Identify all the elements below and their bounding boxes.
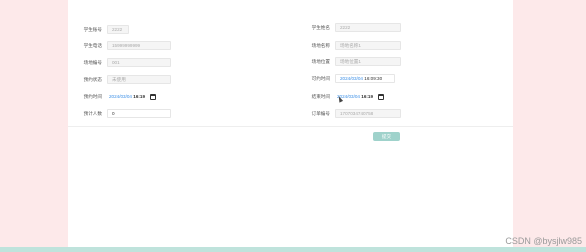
- row-order-no: 订单编号 1707034740758: [304, 108, 401, 119]
- start-time-field[interactable]: 2024/03/04 16:19: [107, 92, 171, 101]
- row-student-name: 学生姓名 2222: [304, 22, 401, 33]
- venue-name-field[interactable]: 场地名称1: [335, 41, 401, 50]
- row-people-count: 预计人数 0: [76, 108, 171, 119]
- row-bookable-time: 可约时间 2024/03/04 16:09:30: [304, 73, 395, 84]
- row-venue-name: 场地名称 场地名称1: [304, 40, 401, 51]
- row-venue-location: 场地位置 场地位置1: [304, 56, 401, 67]
- people-count-field[interactable]: 0: [107, 109, 171, 118]
- end-time-label: 结束时间: [311, 93, 330, 99]
- calendar-icon[interactable]: [378, 93, 385, 100]
- people-count-label: 预计人数: [83, 110, 102, 116]
- venue-code-field[interactable]: 001: [107, 58, 171, 67]
- student-phone-label: 学生电话: [83, 42, 102, 48]
- student-name-label: 学生姓名: [311, 24, 330, 30]
- form-panel: 学生账号 2222 学生电话 15999999999 场地编号 001 预约状态…: [68, 0, 513, 252]
- row-start-time: 预约时间 2024/03/04 16:19: [76, 91, 171, 102]
- bookable-date-value: 2024/03/04: [340, 76, 363, 81]
- row-student-phone: 学生电话 15999999999: [76, 40, 171, 51]
- row-venue-code: 场地编号 001: [76, 57, 171, 68]
- student-no-field[interactable]: 2222: [107, 25, 129, 34]
- watermark: CSDN @bysjlw985: [505, 236, 582, 246]
- venue-name-label: 场地名称: [311, 42, 330, 48]
- row-student-no: 学生账号 2222: [76, 24, 129, 35]
- start-date-value: 2024/03/04: [109, 94, 132, 99]
- venue-location-field[interactable]: 场地位置1: [335, 57, 401, 66]
- reserve-status-field[interactable]: 未使用: [107, 75, 171, 84]
- start-time-value: 16:19: [133, 94, 146, 99]
- row-end-time: 结束时间 2024/03/04 16:19: [304, 91, 401, 102]
- student-phone-field[interactable]: 15999999999: [107, 41, 171, 50]
- form-divider: [68, 126, 513, 127]
- calendar-icon[interactable]: [150, 93, 157, 100]
- start-time-label: 预约时间: [83, 93, 102, 99]
- end-time-value: 16:19: [361, 94, 374, 99]
- submit-button[interactable]: 提交: [373, 132, 400, 141]
- venue-code-label: 场地编号: [83, 59, 102, 65]
- end-time-field[interactable]: 2024/03/04 16:19: [335, 92, 401, 101]
- order-no-label: 订单编号: [311, 110, 330, 116]
- bookable-time-label: 可约时间: [311, 75, 330, 81]
- bottom-bar: [0, 247, 586, 252]
- row-reserve-status: 预约状态 未使用: [76, 74, 171, 85]
- reserve-status-label: 预约状态: [83, 76, 102, 82]
- bookable-time-field[interactable]: 2024/03/04 16:09:30: [335, 74, 395, 83]
- venue-location-label: 场地位置: [311, 58, 330, 64]
- student-name-field[interactable]: 2222: [335, 23, 401, 32]
- order-no-field[interactable]: 1707034740758: [335, 109, 401, 118]
- student-no-label: 学生账号: [83, 26, 102, 32]
- bookable-time-value: 16:09:30: [364, 76, 383, 81]
